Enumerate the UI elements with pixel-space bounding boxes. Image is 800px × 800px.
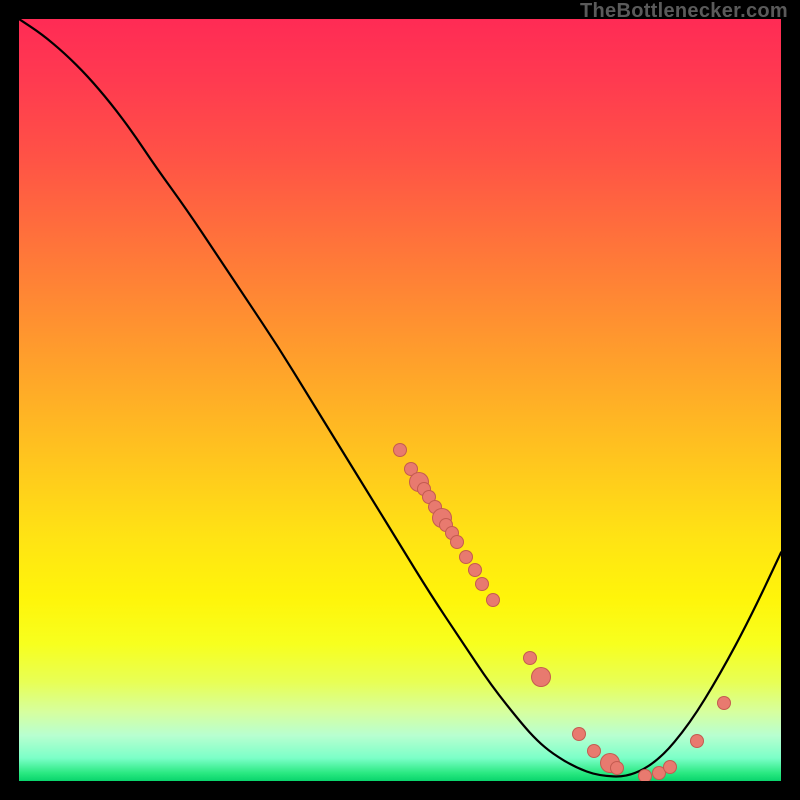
data-point	[468, 563, 482, 577]
data-point	[475, 577, 489, 591]
bottleneck-curve	[19, 19, 781, 776]
data-point	[572, 727, 586, 741]
data-point	[393, 443, 407, 457]
chart-container: TheBottlenecker.com	[0, 0, 800, 800]
data-point	[717, 696, 731, 710]
data-point	[638, 769, 652, 783]
data-point	[587, 744, 601, 758]
watermark-text: TheBottlenecker.com	[580, 0, 788, 23]
curve-layer	[19, 19, 781, 781]
data-point	[531, 667, 551, 687]
plot-area	[17, 17, 783, 783]
data-point	[663, 760, 677, 774]
data-point	[523, 651, 537, 665]
data-point	[690, 734, 704, 748]
